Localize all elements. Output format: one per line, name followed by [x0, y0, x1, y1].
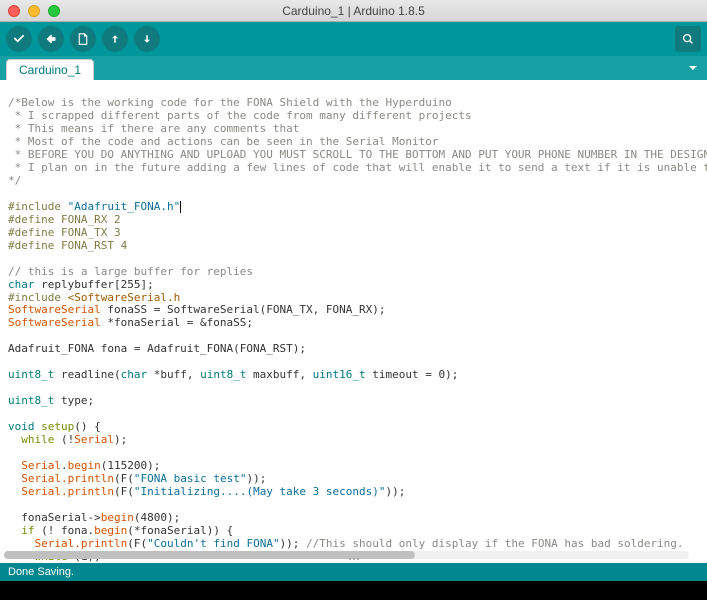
status-bar: Done Saving. [0, 563, 707, 581]
window-title: Carduino_1 | Arduino 1.8.5 [282, 4, 425, 18]
console-output[interactable] [0, 581, 707, 600]
minimize-window-button[interactable] [28, 5, 40, 17]
code-editor[interactable]: /*Below is the working code for the FONA… [0, 80, 707, 563]
toolbar [0, 22, 707, 56]
code-content: /*Below is the working code for the FONA… [0, 80, 707, 563]
status-text: Done Saving. [8, 566, 74, 578]
text-cursor [180, 201, 181, 213]
tab-bar: Carduino_1 [0, 56, 707, 80]
upload-button[interactable] [38, 26, 64, 52]
serial-monitor-button[interactable] [675, 26, 701, 52]
maximize-window-button[interactable] [48, 5, 60, 17]
window-titlebar: Carduino_1 | Arduino 1.8.5 [0, 0, 707, 22]
editor-resize-grip[interactable] [339, 558, 369, 561]
save-sketch-button[interactable] [134, 26, 160, 52]
new-sketch-button[interactable] [70, 26, 96, 52]
tab-menu-button[interactable] [685, 60, 701, 76]
close-window-button[interactable] [8, 5, 20, 17]
open-sketch-button[interactable] [102, 26, 128, 52]
sketch-tab[interactable]: Carduino_1 [6, 59, 94, 80]
window-traffic-lights [0, 5, 60, 17]
verify-button[interactable] [6, 26, 32, 52]
